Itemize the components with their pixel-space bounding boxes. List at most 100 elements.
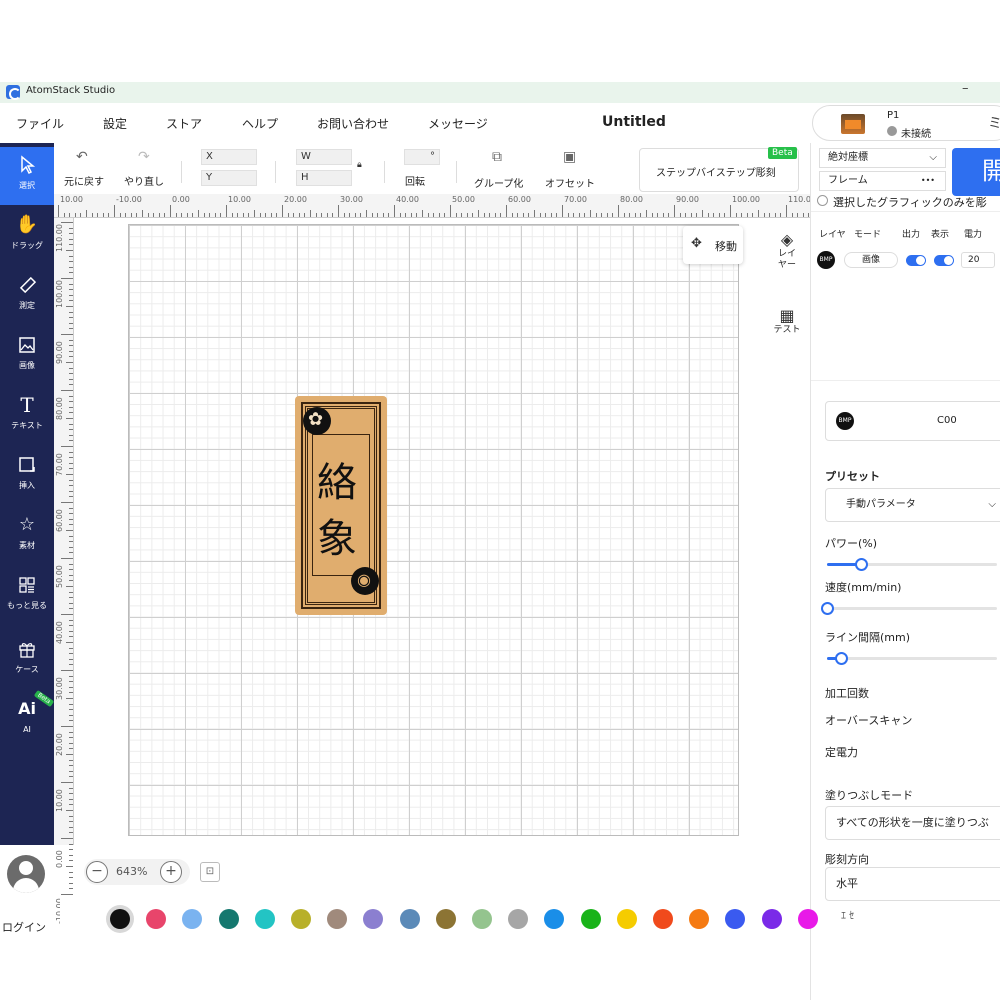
lock-ratio-icon[interactable]: 🔒︎	[357, 160, 362, 170]
color-swatch[interactable]	[146, 909, 167, 929]
line-interval-slider-knob[interactable]	[835, 652, 848, 665]
tool-measure[interactable]: 測定	[0, 267, 54, 325]
tool-materials[interactable]: ☆ 素材	[0, 507, 54, 565]
ruler-v-tick	[69, 552, 73, 554]
undo-button[interactable]: 元に戻す	[64, 173, 104, 188]
line-interval-slider[interactable]	[827, 652, 997, 665]
frame-button[interactable]: フレーム •••	[819, 171, 946, 191]
zoom-out-button[interactable]: −	[86, 861, 108, 883]
coordinate-mode-select[interactable]: 絶対座標 ⌵	[819, 148, 946, 168]
ruler-h-tick	[634, 213, 636, 217]
menu-help[interactable]: ヘルプ	[242, 115, 278, 132]
color-swatch[interactable]	[399, 909, 420, 929]
ruler-v-label: 80.00	[55, 397, 64, 420]
color-swatch[interactable]	[472, 909, 492, 929]
color-swatch[interactable]	[218, 909, 239, 929]
fill-mode-select[interactable]: すべての形状を一度に塗りつぶ	[825, 806, 1000, 840]
layer-power-input[interactable]: 20	[961, 252, 995, 268]
tool-drag[interactable]: ✋ ドラッグ	[0, 207, 54, 265]
start-button[interactable]: 開	[952, 148, 1000, 196]
tab-layers[interactable]: ◈ レイヤー	[764, 230, 810, 271]
color-swatch[interactable]	[725, 909, 746, 929]
tool-more[interactable]: もっと見る	[0, 567, 54, 631]
layer-mode-select[interactable]: 画像	[844, 252, 898, 268]
menu-store[interactable]: ストア	[166, 115, 202, 132]
rotate-field[interactable]: °	[404, 149, 440, 165]
ruler-h-tick	[646, 210, 647, 217]
ruler-h-label: 20.00	[284, 195, 307, 204]
color-swatch[interactable]	[254, 909, 275, 929]
color-swatch[interactable]	[182, 909, 203, 929]
undo-icon[interactable]: ↶	[76, 149, 88, 165]
color-swatch[interactable]	[508, 909, 529, 929]
device-status: 未接続	[901, 129, 931, 140]
menu-contact[interactable]: お問い合わせ	[317, 115, 389, 132]
color-swatch[interactable]	[291, 909, 311, 929]
color-swatch[interactable]	[797, 909, 818, 929]
plaque-image[interactable]: 絡 象	[295, 396, 387, 615]
color-swatch[interactable]	[689, 909, 710, 929]
ruler-h-tick	[674, 205, 675, 217]
height-field[interactable]: H	[296, 170, 352, 186]
ruler-v-tick	[69, 485, 73, 487]
power-slider[interactable]	[827, 558, 997, 571]
work-area-grid[interactable]	[128, 224, 739, 836]
step-engrave-button[interactable]: ステップバイステップ彫刻 Beta	[639, 147, 799, 192]
zoom-in-button[interactable]: +	[160, 861, 182, 883]
color-swatch[interactable]	[110, 909, 130, 929]
show-toggle[interactable]	[934, 255, 954, 266]
menu-file[interactable]: ファイル	[16, 115, 64, 132]
menu-settings[interactable]: 設定	[103, 115, 127, 132]
color-swatch[interactable]	[435, 909, 456, 929]
redo-button[interactable]: やり直し	[124, 173, 164, 188]
ruler-h-tick	[427, 213, 429, 217]
color-swatch[interactable]	[761, 909, 782, 929]
minimize-button[interactable]: –	[962, 82, 969, 96]
color-swatch[interactable]	[544, 909, 565, 929]
frame-more-icon[interactable]: •••	[921, 172, 935, 190]
color-swatch[interactable]	[580, 909, 601, 929]
speed-slider-knob[interactable]	[821, 602, 834, 615]
width-field[interactable]: W	[296, 149, 352, 165]
layer-card[interactable]: BMP C00	[825, 401, 1000, 441]
color-swatch[interactable]	[616, 909, 637, 929]
color-swatch[interactable]	[327, 909, 348, 929]
group-icon[interactable]: ⧉	[492, 149, 502, 165]
canvas[interactable]: 絡 象 ✥ 移動	[74, 218, 764, 845]
tool-image[interactable]: 画像	[0, 327, 54, 385]
group-button[interactable]: グループ化	[474, 175, 523, 190]
tool-select[interactable]: 選択	[0, 147, 54, 205]
ruler-h-tick	[74, 213, 76, 217]
ruler-h-tick	[399, 213, 401, 217]
color-swatch[interactable]	[653, 909, 673, 929]
device-selector[interactable]: P1 未接続	[812, 105, 1000, 141]
tab-test[interactable]: ▦ テスト	[764, 306, 810, 336]
ruler-h-label: 100.00	[732, 195, 760, 204]
tool-ai[interactable]: Ai Beta AI	[0, 689, 55, 749]
move-button[interactable]: ✥ 移動	[683, 226, 743, 264]
y-field[interactable]: Y	[201, 170, 257, 186]
output-toggle[interactable]	[906, 255, 926, 266]
speed-slider[interactable]	[821, 602, 997, 615]
engrave-direction-select[interactable]: 水平	[825, 867, 1000, 901]
tool-case[interactable]: ケース	[0, 631, 54, 689]
login-link[interactable]: ログイン	[2, 919, 46, 935]
tool-text[interactable]: T テキスト	[0, 387, 54, 445]
power-slider-knob[interactable]	[855, 558, 868, 571]
tool-insert[interactable]: 挿入	[0, 447, 54, 505]
preset-select[interactable]: 手動パラメータ ⌵	[825, 488, 1000, 522]
fit-view-icon[interactable]: ⊡	[200, 862, 220, 882]
offset-icon[interactable]: ▣	[563, 149, 576, 165]
redo-icon[interactable]: ↷	[138, 149, 150, 165]
offset-button[interactable]: オフセット	[545, 175, 595, 190]
ruler-h-tick	[86, 210, 87, 217]
menu-more-icon[interactable]: ミ	[988, 113, 1000, 133]
ruler-v-tick	[69, 490, 73, 492]
menu-messages[interactable]: メッセージ	[428, 115, 488, 132]
avatar[interactable]	[7, 855, 45, 893]
color-swatch[interactable]	[363, 909, 384, 929]
x-field[interactable]: X	[201, 149, 257, 165]
only-selected-checkbox[interactable]	[817, 195, 828, 206]
ruler-v-tick	[69, 647, 73, 649]
ruler-h-tick	[58, 205, 59, 217]
